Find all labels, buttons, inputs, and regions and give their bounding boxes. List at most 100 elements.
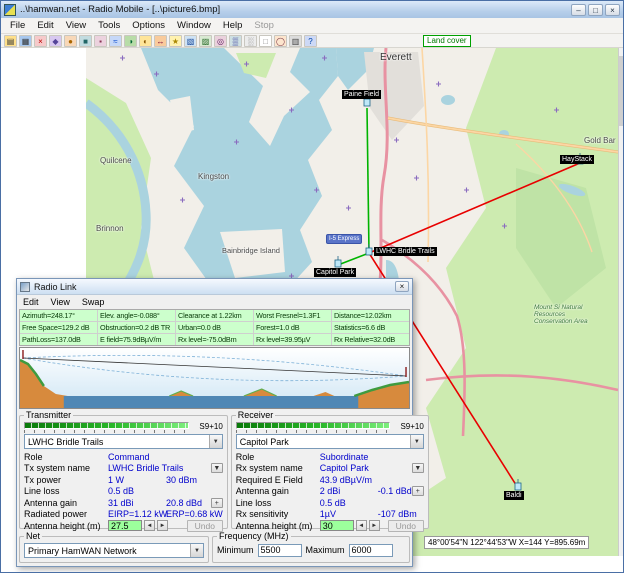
- vertical-scrollbar[interactable]: [618, 48, 624, 556]
- net-group: Net Primary HamWAN Network ▼: [19, 531, 209, 563]
- dialog-close-button[interactable]: ×: [395, 281, 409, 292]
- close-picture-icon[interactable]: ×: [34, 35, 47, 47]
- rx-antenna-height-label: Antenna height (m): [236, 521, 320, 531]
- net-selected: Primary HamWAN Network: [28, 546, 137, 556]
- tx-antenna-height-input[interactable]: [108, 520, 142, 531]
- membership-icon[interactable]: ▪: [94, 35, 107, 47]
- rx-signal-value: S9+10: [394, 421, 424, 431]
- combined-coverage-icon[interactable]: ◐: [139, 35, 152, 47]
- grayscale-icon[interactable]: ░: [244, 35, 257, 47]
- help-icon[interactable]: ?: [304, 35, 317, 47]
- site-label-haystack[interactable]: HayStack: [560, 155, 594, 164]
- open-picture-icon[interactable]: ▤: [4, 35, 17, 47]
- frequency-min-input[interactable]: [258, 544, 302, 557]
- merge-pictures-icon[interactable]: ▨: [199, 35, 212, 47]
- tx-meter-ticks: [24, 430, 189, 433]
- menu-window[interactable]: Window: [172, 19, 216, 32]
- best-sites-icon[interactable]: ★: [169, 35, 182, 47]
- stat-free-space: Free Space=129.2 dB: [20, 322, 97, 333]
- site-label-baldi[interactable]: Baldi: [504, 491, 524, 500]
- rx-sens-uv: 1µV: [320, 509, 378, 519]
- tx-unit-combo[interactable]: LWHC Bridle Trails ▼: [24, 434, 223, 449]
- stat-rx-level-dbm: Rx level=-75.0dBm: [176, 334, 253, 345]
- rx-required-field-label: Required E Field: [236, 475, 320, 485]
- tx-role-value: Command: [108, 452, 150, 462]
- protected-area-label: Mount Si Natural Resources Conservation …: [534, 304, 600, 325]
- dialog-menu-bar: Edit View Swap: [17, 295, 412, 308]
- chevron-down-icon[interactable]: ▼: [410, 435, 423, 448]
- receiver-group-label: Receiver: [236, 410, 276, 420]
- menu-view[interactable]: View: [61, 19, 91, 32]
- menu-edit[interactable]: Edit: [32, 19, 58, 32]
- tx-eirp: EIRP=1.12 kW: [108, 509, 166, 519]
- transmitter-group-label: Transmitter: [24, 410, 73, 420]
- rx-system-label: Rx system name: [236, 463, 320, 473]
- menu-options[interactable]: Options: [127, 19, 170, 32]
- maximize-button[interactable]: □: [588, 4, 603, 16]
- chevron-down-icon[interactable]: ▼: [412, 463, 424, 473]
- chevron-down-icon[interactable]: ▼: [211, 463, 223, 473]
- frequency-max-input[interactable]: [349, 544, 393, 557]
- stat-clearance: Clearance at 1.22km: [176, 310, 253, 321]
- link-stats-grid: Azimuth=248.17° Elev. angle=-0.088° Clea…: [19, 309, 410, 346]
- stat-rx-level-uv: Rx level=39.95µV: [254, 334, 331, 345]
- single-coverage-icon[interactable]: ◑: [124, 35, 137, 47]
- height-decrease-button[interactable]: ◄: [144, 520, 155, 531]
- zoom-icon[interactable]: ◯: [274, 35, 287, 47]
- height-increase-button[interactable]: ►: [157, 520, 168, 531]
- save-picture-icon[interactable]: ▦: [19, 35, 32, 47]
- stat-obstruction: Obstruction=0.2 dB TR: [98, 322, 175, 333]
- systems-properties-icon[interactable]: ■: [79, 35, 92, 47]
- rx-required-field-value: 43.9 dBµV/m: [320, 475, 372, 485]
- radio-link-icon[interactable]: ≈: [109, 35, 122, 47]
- chevron-down-icon[interactable]: ▼: [209, 435, 222, 448]
- site-label-paine-field[interactable]: Paine Field: [342, 90, 381, 99]
- antenna-plus-button[interactable]: +: [412, 486, 424, 496]
- tx-radiated-label: Radiated power: [24, 509, 108, 519]
- antenna-plus-button[interactable]: +: [211, 498, 223, 508]
- frequency-max-label: Maximum: [306, 545, 345, 555]
- rx-gain-dbd: -0.1 dBd: [378, 486, 412, 496]
- close-button[interactable]: ×: [605, 4, 620, 16]
- land-cover-button[interactable]: Land cover: [423, 35, 471, 47]
- white-background-icon[interactable]: □: [259, 35, 272, 47]
- frequency-min-label: Minimum: [217, 545, 254, 555]
- stat-rx-relative: Rx Relative=32.0dB: [332, 334, 409, 345]
- site-label-capitol-park[interactable]: Capitol Park: [314, 268, 356, 277]
- menu-file[interactable]: File: [5, 19, 30, 32]
- rx-role-value: Subordinate: [320, 452, 369, 462]
- stat-e-field: E field=75.9dBµV/m: [98, 334, 175, 345]
- menu-tools[interactable]: Tools: [93, 19, 125, 32]
- dialog-menu-swap[interactable]: Swap: [82, 297, 105, 307]
- dialog-menu-edit[interactable]: Edit: [23, 297, 39, 307]
- app-icon: [4, 4, 16, 16]
- scrollbar-thumb[interactable]: [619, 56, 624, 126]
- networks-properties-icon[interactable]: ◆: [49, 35, 62, 47]
- frequency-group: Frequency (MHz) Minimum Maximum: [212, 531, 410, 563]
- rx-undo-button[interactable]: Undo: [388, 520, 424, 532]
- tx-erp: ERP=0.68 kW: [166, 509, 223, 519]
- tx-undo-button[interactable]: Undo: [187, 520, 223, 532]
- elevation-colors-icon[interactable]: ▒: [229, 35, 242, 47]
- units-properties-icon[interactable]: ●: [64, 35, 77, 47]
- dialog-menu-view[interactable]: View: [51, 297, 70, 307]
- contour-lines-icon[interactable]: ◎: [214, 35, 227, 47]
- map-properties-icon[interactable]: ▧: [184, 35, 197, 47]
- tx-unit-selected: LWHC Bridle Trails: [28, 437, 103, 447]
- print-icon[interactable]: ▥: [289, 35, 302, 47]
- chevron-down-icon[interactable]: ▼: [190, 544, 203, 557]
- height-increase-button[interactable]: ►: [369, 520, 380, 531]
- menu-help[interactable]: Help: [218, 19, 248, 32]
- receiver-group: Receiver S9+10 Capitol Park ▼ RoleSubord…: [231, 410, 429, 529]
- net-combo[interactable]: Primary HamWAN Network ▼: [24, 543, 204, 558]
- stat-urban: Urban=0.0 dB: [176, 322, 253, 333]
- city-label: Gold Bar: [584, 136, 616, 145]
- rx-antenna-height-input[interactable]: [320, 520, 354, 531]
- net-group-label: Net: [24, 531, 42, 541]
- site-label-lwhc[interactable]: LWHC Bridle Trails: [374, 247, 437, 256]
- height-decrease-button[interactable]: ◄: [356, 520, 367, 531]
- rx-signal-meter: [236, 422, 390, 429]
- rx-unit-combo[interactable]: Capitol Park ▼: [236, 434, 424, 449]
- minimize-button[interactable]: –: [571, 4, 586, 16]
- route-coverage-icon[interactable]: ↔: [154, 35, 167, 47]
